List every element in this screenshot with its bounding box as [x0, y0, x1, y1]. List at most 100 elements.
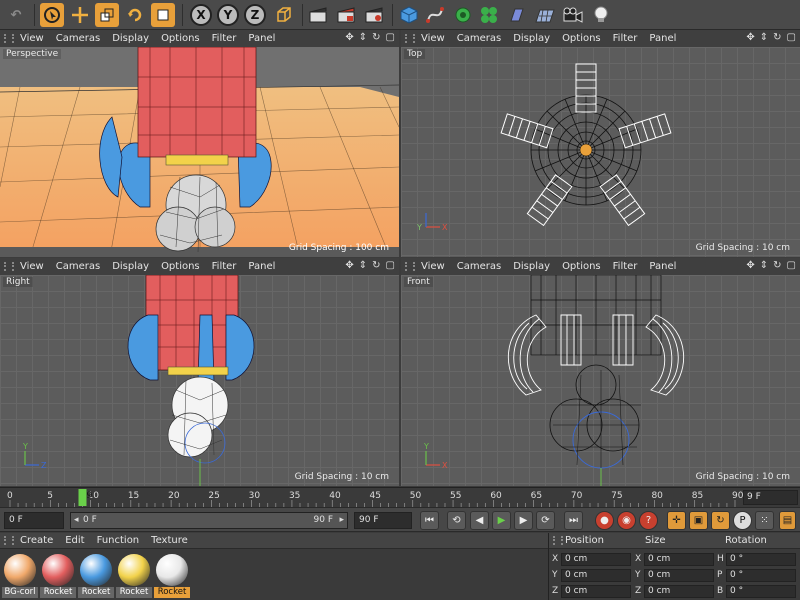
menu-display[interactable]: Display — [112, 33, 149, 44]
viewport-right-canvas[interactable]: ZY Right Grid Spacing : 10 cm — [0, 274, 399, 486]
coordinate-system-button[interactable] — [272, 3, 296, 27]
point-level-key-button[interactable]: ⁙ — [755, 511, 774, 530]
menu-filter[interactable]: Filter — [613, 33, 638, 44]
rotation-b-field[interactable]: 0 ° — [726, 585, 796, 598]
size-y-field[interactable]: 0 cm — [644, 569, 714, 582]
end-frame-field[interactable]: 9 F — [743, 490, 798, 505]
timeline-ruler[interactable]: 0 5 10 15 20 25 30 35 40 45 50 55 60 65 70 75 80 85 90 9 9 … — [0, 487, 800, 507]
menu-filter[interactable]: Filter — [613, 261, 638, 272]
timeline-playhead[interactable] — [78, 489, 87, 506]
menu-options[interactable]: Options — [562, 261, 601, 272]
parameter-key-button[interactable]: P — [733, 511, 752, 530]
z-axis-lock-button[interactable]: Z — [244, 4, 266, 26]
light-object-button[interactable] — [589, 3, 613, 27]
zoom-icon[interactable]: ⇕ — [359, 32, 367, 43]
scale-key-button[interactable]: ▣ — [689, 511, 708, 530]
orbit-icon[interactable]: ↻ — [372, 260, 380, 271]
menu-view[interactable]: View — [20, 33, 44, 44]
viewport-top[interactable]: View Cameras Display Options Filter Pane… — [401, 30, 800, 257]
pan-icon[interactable]: ✥ — [746, 32, 754, 43]
panel-grip-icon[interactable] — [405, 262, 415, 271]
menu-cameras[interactable]: Cameras — [56, 261, 100, 272]
pan-icon[interactable]: ✥ — [746, 260, 754, 271]
y-axis-lock-button[interactable]: Y — [217, 4, 239, 26]
position-key-button[interactable]: ✛ — [667, 511, 686, 530]
go-to-start-button[interactable]: ⏮ — [420, 511, 439, 530]
floor-object-button[interactable] — [533, 3, 557, 27]
panel-grip-icon[interactable] — [4, 34, 14, 43]
previous-key-button[interactable]: ⟲ — [447, 511, 466, 530]
material-swatch[interactable]: Rocket — [116, 552, 152, 598]
rotation-h-field[interactable]: 0 ° — [726, 553, 796, 566]
pan-icon[interactable]: ✥ — [345, 32, 353, 43]
menu-create[interactable]: Create — [20, 535, 53, 546]
rotation-p-field[interactable]: 0 ° — [726, 569, 796, 582]
menu-panel[interactable]: Panel — [248, 33, 275, 44]
menu-texture[interactable]: Texture — [151, 535, 188, 546]
x-axis-lock-button[interactable]: X — [190, 4, 212, 26]
range-end-arrow-icon[interactable]: ▸ — [339, 513, 344, 528]
material-swatch[interactable]: Rocket — [78, 552, 114, 598]
maximize-icon[interactable]: ▢ — [787, 260, 796, 271]
array-button[interactable] — [477, 3, 501, 27]
cube-object-button[interactable] — [397, 3, 421, 27]
viewport-perspective-canvas[interactable]: Perspective Grid Spacing : 100 cm — [0, 46, 399, 257]
viewport-perspective[interactable]: View Cameras Display Options Filter Pane… — [0, 30, 399, 257]
maximize-icon[interactable]: ▢ — [787, 32, 796, 43]
menu-display[interactable]: Display — [513, 261, 550, 272]
size-x-field[interactable]: 0 cm — [644, 553, 714, 566]
nurbs-button[interactable] — [451, 3, 475, 27]
zoom-icon[interactable]: ⇕ — [359, 260, 367, 271]
menu-view[interactable]: View — [421, 261, 445, 272]
render-settings-button[interactable] — [362, 3, 386, 27]
panel-grip-icon[interactable] — [4, 536, 14, 545]
menu-edit[interactable]: Edit — [65, 535, 84, 546]
previous-frame-button[interactable]: ◀ — [470, 511, 489, 530]
timeline-window-button[interactable]: ▤ — [779, 511, 796, 530]
position-z-field[interactable]: 0 cm — [561, 585, 631, 598]
menu-options[interactable]: Options — [161, 261, 200, 272]
menu-filter[interactable]: Filter — [212, 261, 237, 272]
menu-function[interactable]: Function — [97, 535, 140, 546]
menu-display[interactable]: Display — [513, 33, 550, 44]
menu-cameras[interactable]: Cameras — [56, 33, 100, 44]
panel-grip-icon[interactable] — [405, 34, 415, 43]
viewport-right[interactable]: View Cameras Display Options Filter Pane… — [0, 258, 399, 486]
zoom-icon[interactable]: ⇕ — [760, 32, 768, 43]
viewport-front-canvas[interactable]: XY Front Grid Spacing : 10 cm — [401, 274, 800, 486]
live-selection-tool-button[interactable] — [40, 3, 64, 27]
record-active-objects-button[interactable]: ● — [595, 511, 614, 530]
current-frame-field[interactable]: 0 F — [4, 512, 64, 529]
menu-panel[interactable]: Panel — [248, 261, 275, 272]
panel-grip-icon[interactable] — [4, 262, 14, 271]
max-frame-field[interactable]: 90 F — [354, 512, 412, 529]
play-button[interactable]: ▶ — [492, 511, 511, 530]
range-start-arrow-icon[interactable]: ◂ — [74, 513, 79, 528]
rotation-key-button[interactable]: ↻ — [711, 511, 730, 530]
orbit-icon[interactable]: ↻ — [372, 32, 380, 43]
next-frame-button[interactable]: ▶ — [514, 511, 533, 530]
spline-object-button[interactable] — [423, 3, 447, 27]
size-z-field[interactable]: 0 cm — [644, 585, 714, 598]
orbit-icon[interactable]: ↻ — [773, 260, 781, 271]
menu-view[interactable]: View — [20, 261, 44, 272]
menu-panel[interactable]: Panel — [649, 33, 676, 44]
menu-cameras[interactable]: Cameras — [457, 261, 501, 272]
undo-icon[interactable]: ↶ — [4, 3, 28, 27]
maximize-icon[interactable]: ▢ — [386, 32, 395, 43]
last-tool-button[interactable] — [151, 3, 175, 27]
camera-object-button[interactable] — [561, 3, 585, 27]
scale-tool-button[interactable] — [95, 3, 119, 27]
material-swatch[interactable]: BG-corl — [2, 552, 38, 598]
material-swatch[interactable]: Rocket — [154, 552, 190, 598]
render-to-picture-viewer-button[interactable] — [334, 3, 358, 27]
move-tool-button[interactable] — [68, 3, 92, 27]
position-x-field[interactable]: 0 cm — [561, 553, 631, 566]
next-key-button[interactable]: ⟳ — [536, 511, 555, 530]
pan-icon[interactable]: ✥ — [345, 260, 353, 271]
keyframe-selection-button[interactable]: ? — [639, 511, 658, 530]
position-y-field[interactable]: 0 cm — [561, 569, 631, 582]
autokeying-button[interactable]: ◉ — [617, 511, 636, 530]
orbit-icon[interactable]: ↻ — [773, 32, 781, 43]
menu-view[interactable]: View — [421, 33, 445, 44]
